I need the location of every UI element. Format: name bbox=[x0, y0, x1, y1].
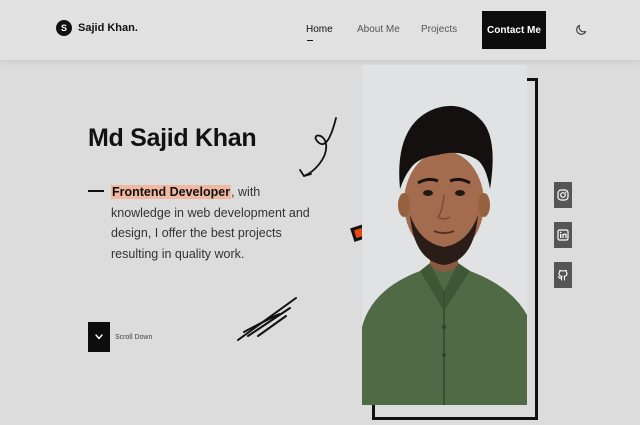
linkedin-icon bbox=[557, 229, 569, 241]
navbar: S Sajid Khan. Home About Me Projects Con… bbox=[0, 0, 640, 60]
profile-photo bbox=[362, 65, 527, 405]
tagline-dash bbox=[88, 190, 104, 192]
logo-badge: S bbox=[56, 20, 72, 36]
nav-active-indicator bbox=[307, 40, 313, 41]
hero-tagline: Frontend Developer, with knowledge in we… bbox=[111, 182, 311, 264]
portrait-illustration bbox=[362, 65, 527, 405]
scribble-decoration bbox=[237, 297, 297, 341]
scroll-down-label: Scroll Down bbox=[115, 334, 153, 341]
nav-link-home[interactable]: Home bbox=[306, 24, 333, 35]
instagram-link[interactable] bbox=[554, 182, 572, 208]
github-link[interactable] bbox=[554, 262, 572, 288]
swirl-arrow-icon bbox=[299, 117, 337, 177]
hero-name: Md Sajid Khan bbox=[88, 124, 257, 152]
nav-link-about[interactable]: About Me bbox=[357, 24, 400, 35]
logo-text: Sajid Khan. bbox=[78, 22, 138, 34]
contact-me-button[interactable]: Contact Me bbox=[482, 11, 546, 49]
github-icon bbox=[558, 269, 568, 281]
moon-icon[interactable] bbox=[574, 23, 588, 37]
scroll-down-button[interactable] bbox=[88, 322, 110, 352]
instagram-icon bbox=[557, 189, 569, 201]
linkedin-link[interactable] bbox=[554, 222, 572, 248]
role-highlight: Frontend Developer bbox=[111, 185, 232, 199]
logo[interactable]: S Sajid Khan. bbox=[56, 20, 138, 36]
chevron-down-icon bbox=[95, 334, 103, 340]
nav-link-projects[interactable]: Projects bbox=[421, 24, 457, 35]
